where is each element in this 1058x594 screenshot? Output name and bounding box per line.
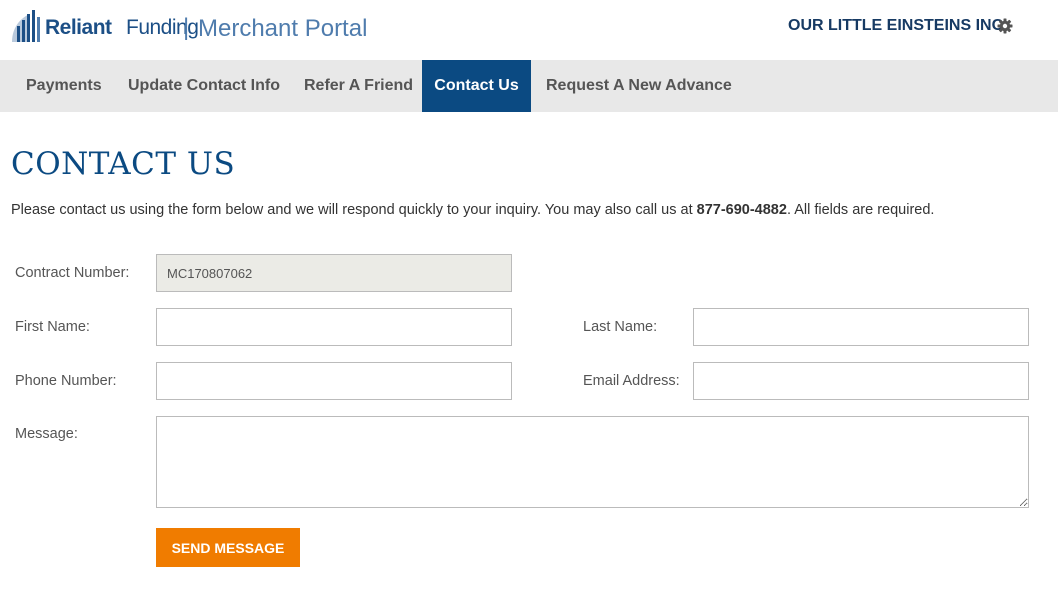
first-name-field[interactable] (156, 308, 512, 346)
send-message-button[interactable]: SEND MESSAGE (156, 528, 300, 567)
building-logo-icon[interactable] (10, 8, 44, 44)
email-address-label: Email Address: (583, 373, 680, 389)
nav-payments[interactable]: Payments (26, 60, 102, 112)
portal-name: Merchant Portal (198, 15, 368, 42)
message-field[interactable] (156, 416, 1029, 508)
brand-separator: | (183, 14, 190, 41)
account-name[interactable]: OUR LITTLE EINSTEINS INC (788, 17, 1003, 35)
page-title: CONTACT US (11, 146, 236, 182)
header: Reliant Funding | Merchant Portal OUR LI… (0, 0, 1058, 60)
phone-number-field[interactable] (156, 362, 512, 400)
nav-refer-a-friend[interactable]: Refer A Friend (304, 60, 413, 112)
last-name-field[interactable] (693, 308, 1029, 346)
intro-text-end: . All fields are required. (786, 202, 935, 218)
message-label: Message: (15, 426, 78, 442)
last-name-label: Last Name: (583, 319, 658, 335)
contract-number-label: Contract Number: (15, 265, 130, 281)
brand-reliant[interactable]: Reliant (45, 16, 112, 40)
nav-update-contact-info[interactable]: Update Contact Info (128, 60, 280, 112)
intro-text: Please contact us using the form below a… (11, 202, 934, 218)
nav-request-new-advance[interactable]: Request A New Advance (546, 60, 732, 112)
phone-number: 877-690-4882 (696, 202, 787, 218)
nav-contact-us[interactable]: Contact Us (422, 60, 531, 112)
intro-text-start: Please contact us using the form below a… (11, 202, 697, 218)
main-nav: Payments Update Contact Info Refer A Fri… (0, 60, 1058, 112)
contract-number-field[interactable] (156, 254, 512, 292)
gear-icon[interactable] (997, 18, 1013, 34)
first-name-label: First Name: (15, 319, 90, 335)
phone-number-label: Phone Number: (15, 373, 117, 389)
email-address-field[interactable] (693, 362, 1029, 400)
